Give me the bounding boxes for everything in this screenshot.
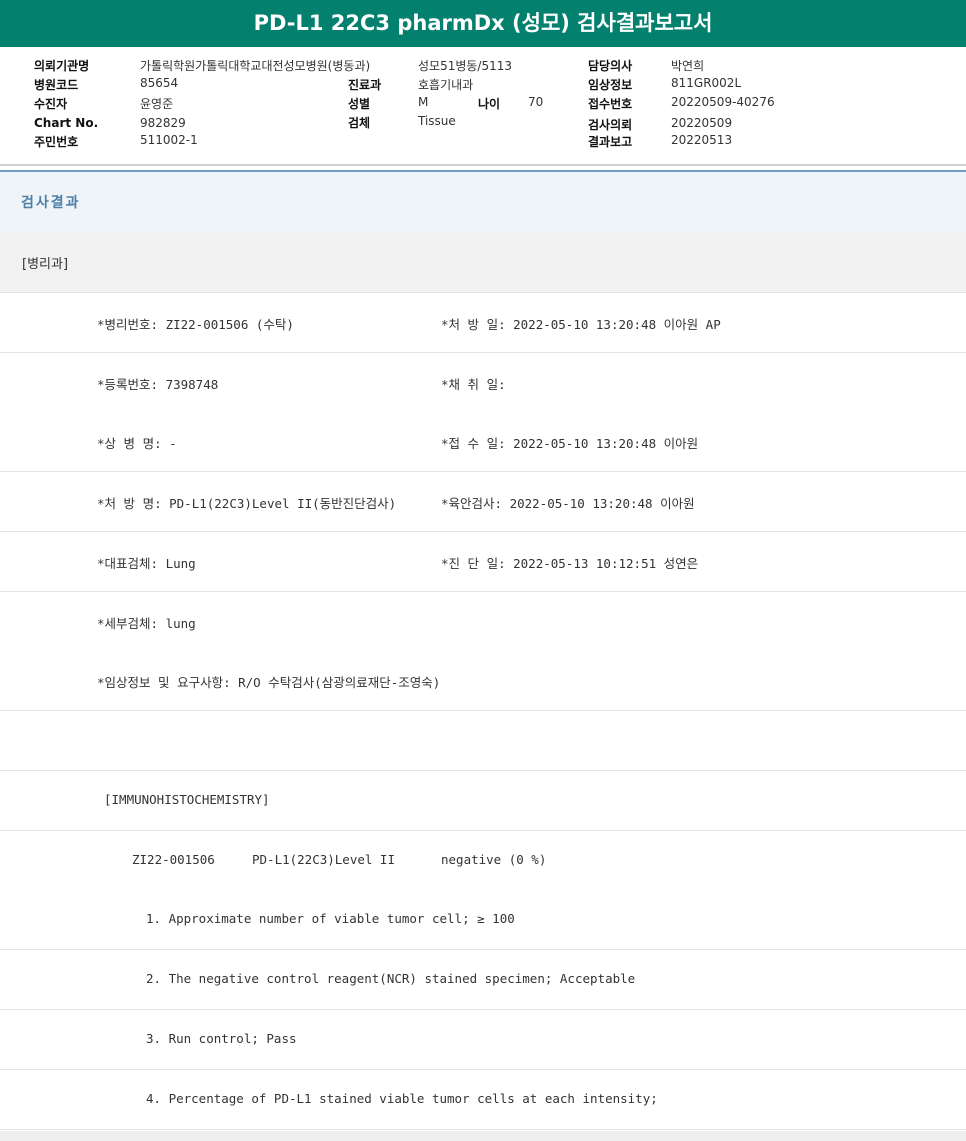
department-label: [병리과] bbox=[22, 257, 69, 272]
doctor-value: 박연희 bbox=[671, 59, 705, 73]
requesting-org-value: 가톨릭학원가톨릭대학교대전성모병원(병동과) bbox=[140, 59, 371, 73]
receipt-no-label: 접수번호 bbox=[588, 97, 633, 111]
report-title: PD-L1 22C3 pharmDx (성모) 검사결과보고서 bbox=[0, 0, 966, 47]
result-row: *병리번호: ZI22-001506 (수탁) *처 방 일: 2022-05-… bbox=[0, 293, 966, 353]
registration-no: *등록번호: 7398748 bbox=[97, 377, 219, 392]
dept-label: 진료과 bbox=[348, 78, 382, 92]
header-divider bbox=[0, 164, 966, 166]
doctor-label: 담당의사 bbox=[588, 59, 633, 73]
sex-value: M bbox=[418, 95, 429, 109]
ihc-item-3: 3. Run control; Pass bbox=[146, 1031, 297, 1046]
age-label: 나이 bbox=[478, 97, 501, 111]
pathology-no: *병리번호: ZI22-001506 (수탁) bbox=[97, 317, 294, 332]
prescription-date: *처 방 일: 2022-05-10 13:20:48 이아원 AP bbox=[441, 317, 721, 332]
clinical-info-value: 811GR002L bbox=[671, 76, 742, 90]
report-date-label: 결과보고 bbox=[588, 135, 633, 149]
hospital-code-label: 병원코드 bbox=[34, 78, 79, 92]
ihc-item-2: 2. The negative control reagent(NCR) sta… bbox=[146, 971, 636, 986]
result-row: 3. Run control; Pass bbox=[0, 1010, 966, 1070]
ihc-item-4: 4. Percentage of PD-L1 stained viable tu… bbox=[146, 1091, 658, 1106]
examinee-label: 수진자 bbox=[34, 97, 68, 111]
ward-value: 성모51병동/5113 bbox=[418, 59, 513, 73]
diagnosis-date: *진 단 일: 2022-05-13 10:12:51 성연은 bbox=[441, 556, 699, 571]
request-date-label: 검사의뢰 bbox=[588, 118, 633, 132]
collection-date: *채 취 일: bbox=[441, 377, 506, 392]
result-row: *등록번호: 7398748 *채 취 일: bbox=[0, 353, 966, 413]
receipt-no-value: 20220509-40276 bbox=[671, 95, 775, 109]
department-row: [병리과] bbox=[0, 233, 966, 293]
ihc-test-name: PD-L1(22C3)Level II bbox=[252, 852, 395, 867]
result-row: *상 병 명: - *접 수 일: 2022-05-10 13:20:48 이아… bbox=[0, 412, 966, 472]
ihc-item-1: 1. Approximate number of viable tumor ce… bbox=[146, 911, 515, 926]
result-row-blank bbox=[0, 711, 966, 771]
clinical-request: *임상정보 및 요구사항: R/O 수탁검사(삼광의료재단-조영숙) bbox=[97, 675, 441, 690]
result-row: *임상정보 및 요구사항: R/O 수탁검사(삼광의료재단-조영숙) bbox=[0, 651, 966, 711]
diagnosis-name: *상 병 명: - bbox=[97, 436, 177, 451]
result-row: ZI22-001506 PD-L1(22C3)Level II negative… bbox=[0, 831, 966, 891]
ihc-result: negative (0 %) bbox=[441, 852, 547, 867]
sex-label: 성별 bbox=[348, 97, 371, 111]
ihc-case-no: ZI22-001506 bbox=[132, 852, 215, 867]
representative-specimen: *대표검체: Lung bbox=[97, 556, 196, 571]
dept-value: 호흡기내과 bbox=[418, 78, 474, 92]
gross-exam-date: *육안검사: 2022-05-10 13:20:48 이아원 bbox=[441, 496, 695, 511]
ihc-heading: [IMMUNOHISTOCHEMISTRY] bbox=[104, 792, 270, 807]
detailed-specimen: *세부검체: lung bbox=[97, 616, 196, 631]
examinee-value: 윤영준 bbox=[140, 97, 174, 111]
results-section-header: 검사결과 bbox=[0, 170, 966, 234]
hospital-code-value: 85654 bbox=[140, 76, 179, 90]
result-row: 2. The negative control reagent(NCR) sta… bbox=[0, 950, 966, 1010]
receipt-date: *접 수 일: 2022-05-10 13:20:48 이아원 bbox=[441, 436, 699, 451]
result-row: *세부검체: lung bbox=[0, 592, 966, 652]
resident-no-label: 주민번호 bbox=[34, 135, 79, 149]
clinical-info-label: 임상정보 bbox=[588, 78, 633, 92]
chart-no-value: 982829 bbox=[140, 116, 186, 130]
specimen-label: 검체 bbox=[348, 116, 371, 130]
chart-no-label: Chart No. bbox=[34, 116, 99, 130]
resident-no-value: 511002-1 bbox=[140, 133, 198, 147]
report-date-value: 20220513 bbox=[671, 133, 733, 147]
prescription-name: *처 방 명: PD-L1(22C3)Level II(동반진단검사) bbox=[97, 496, 397, 511]
result-row: *처 방 명: PD-L1(22C3)Level II(동반진단검사) *육안검… bbox=[0, 472, 966, 532]
requesting-org-label: 의뢰기관명 bbox=[34, 59, 90, 73]
specimen-value: Tissue bbox=[418, 114, 456, 128]
result-row: *대표검체: Lung *진 단 일: 2022-05-13 10:12:51 … bbox=[0, 532, 966, 592]
result-row: 4. Percentage of PD-L1 stained viable tu… bbox=[0, 1070, 966, 1130]
results-header-label: 검사결과 bbox=[21, 195, 81, 211]
request-date-value: 20220509 bbox=[671, 116, 733, 130]
age-value: 70 bbox=[528, 95, 544, 109]
result-row: 1. Approximate number of viable tumor ce… bbox=[0, 890, 966, 950]
horizontal-scrollbar[interactable] bbox=[0, 1131, 966, 1141]
patient-info-panel: 의뢰기관명 가톨릭학원가톨릭대학교대전성모병원(병동과) 성모51병동/5113… bbox=[0, 47, 966, 165]
result-row: [IMMUNOHISTOCHEMISTRY] bbox=[0, 771, 966, 831]
